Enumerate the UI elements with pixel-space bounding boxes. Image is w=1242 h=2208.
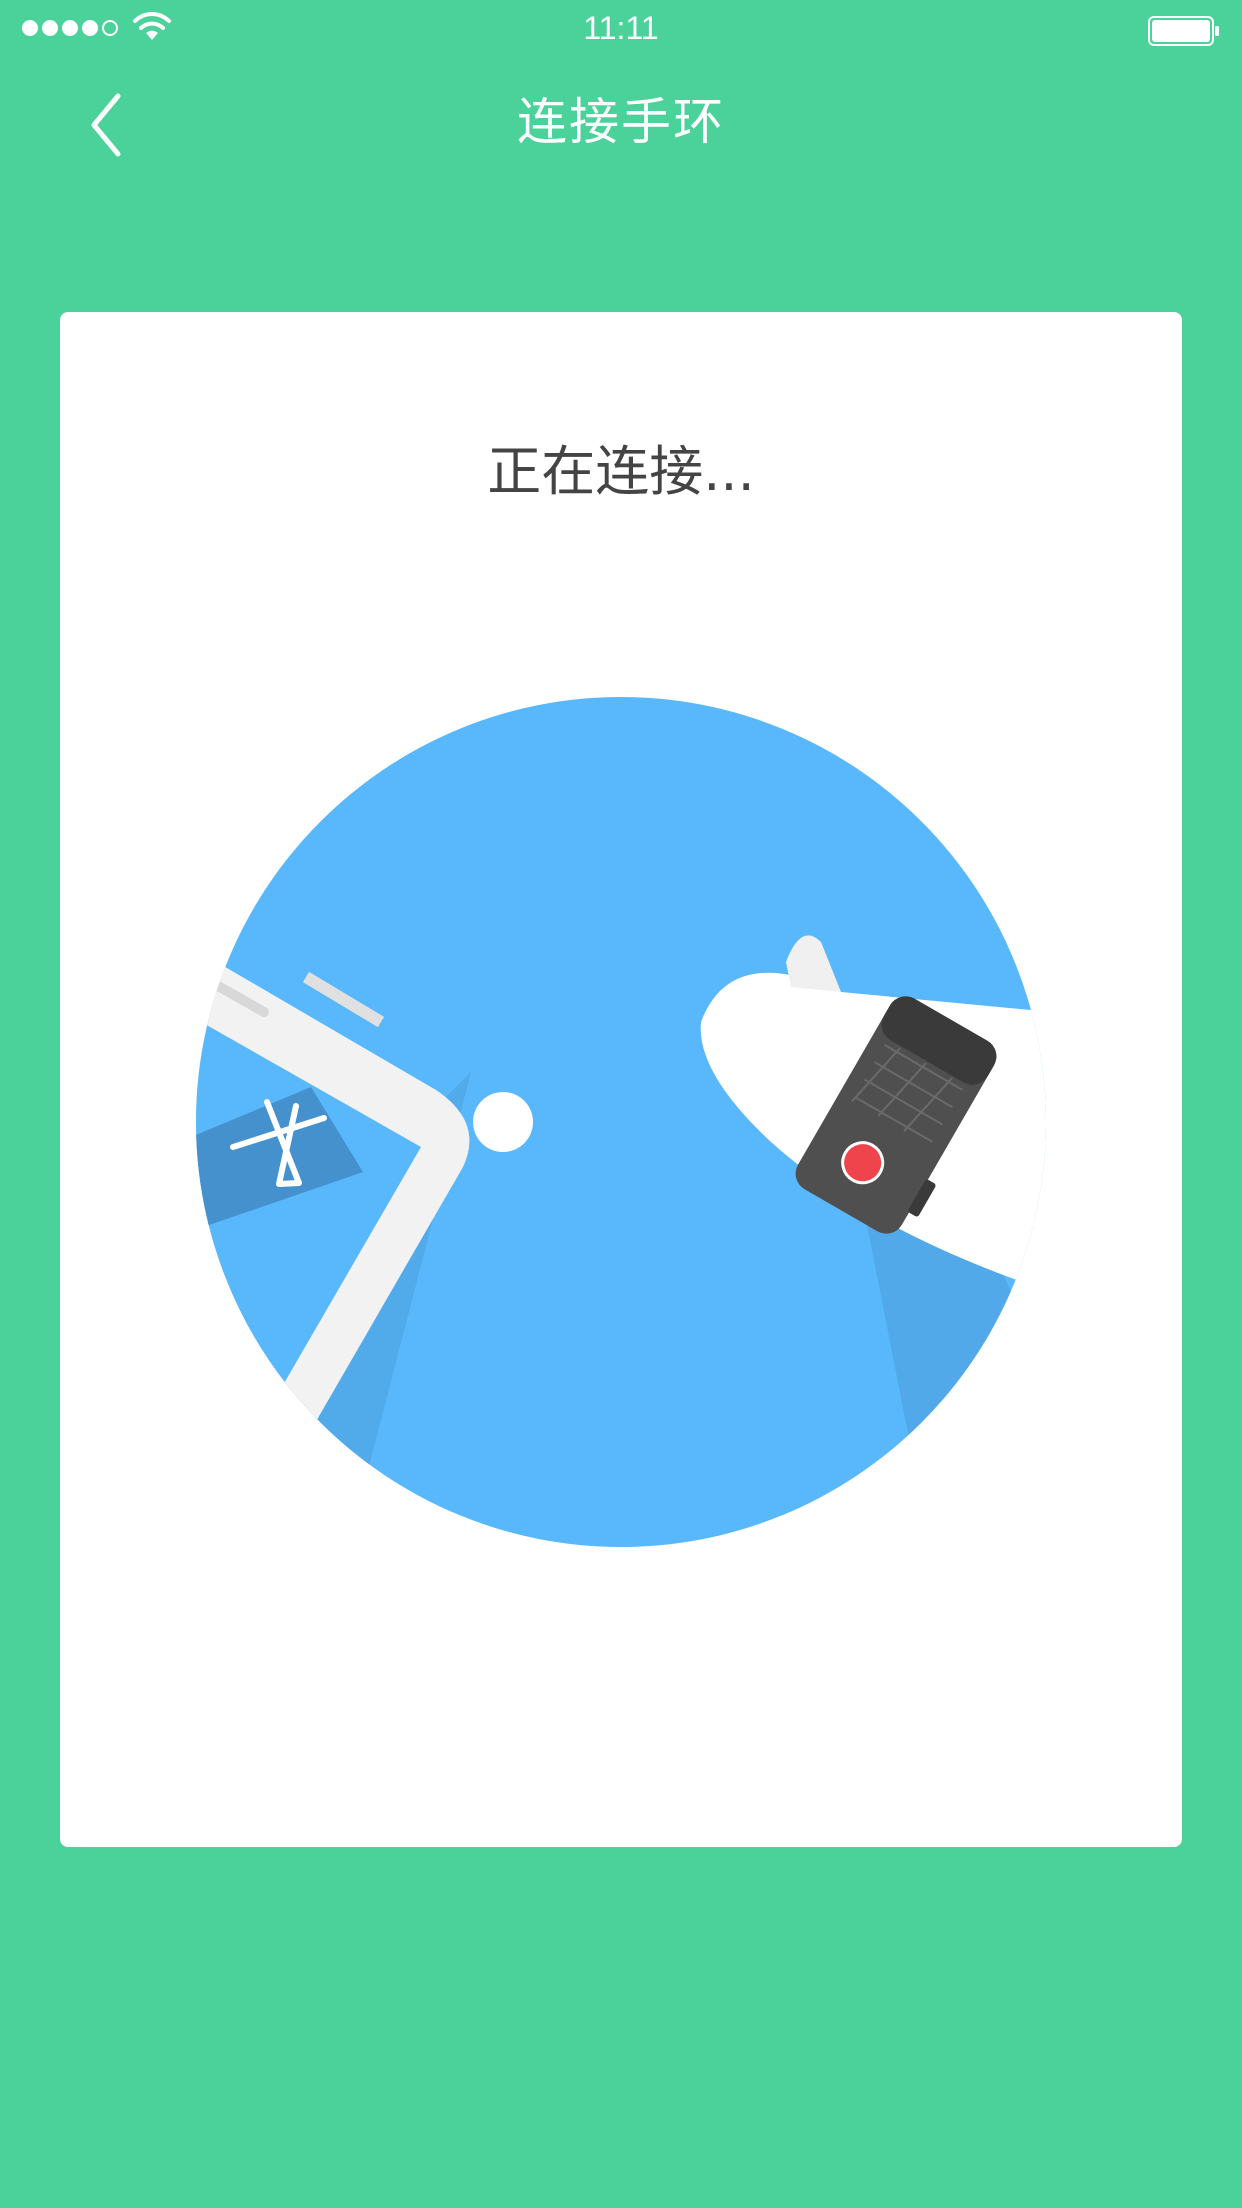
connection-dot: [473, 1092, 533, 1152]
status-bar: 11:11: [0, 0, 1242, 60]
connecting-status-text: 正在连接...: [487, 440, 755, 503]
page-title: 连接手环: [517, 93, 725, 151]
navigation-bar: 连接手环: [0, 60, 1242, 190]
connection-illustration: [196, 697, 1046, 1547]
status-time: 11:11: [583, 10, 659, 46]
connection-card: 正在连接...: [60, 312, 1182, 1847]
battery-icon: [1148, 16, 1219, 46]
